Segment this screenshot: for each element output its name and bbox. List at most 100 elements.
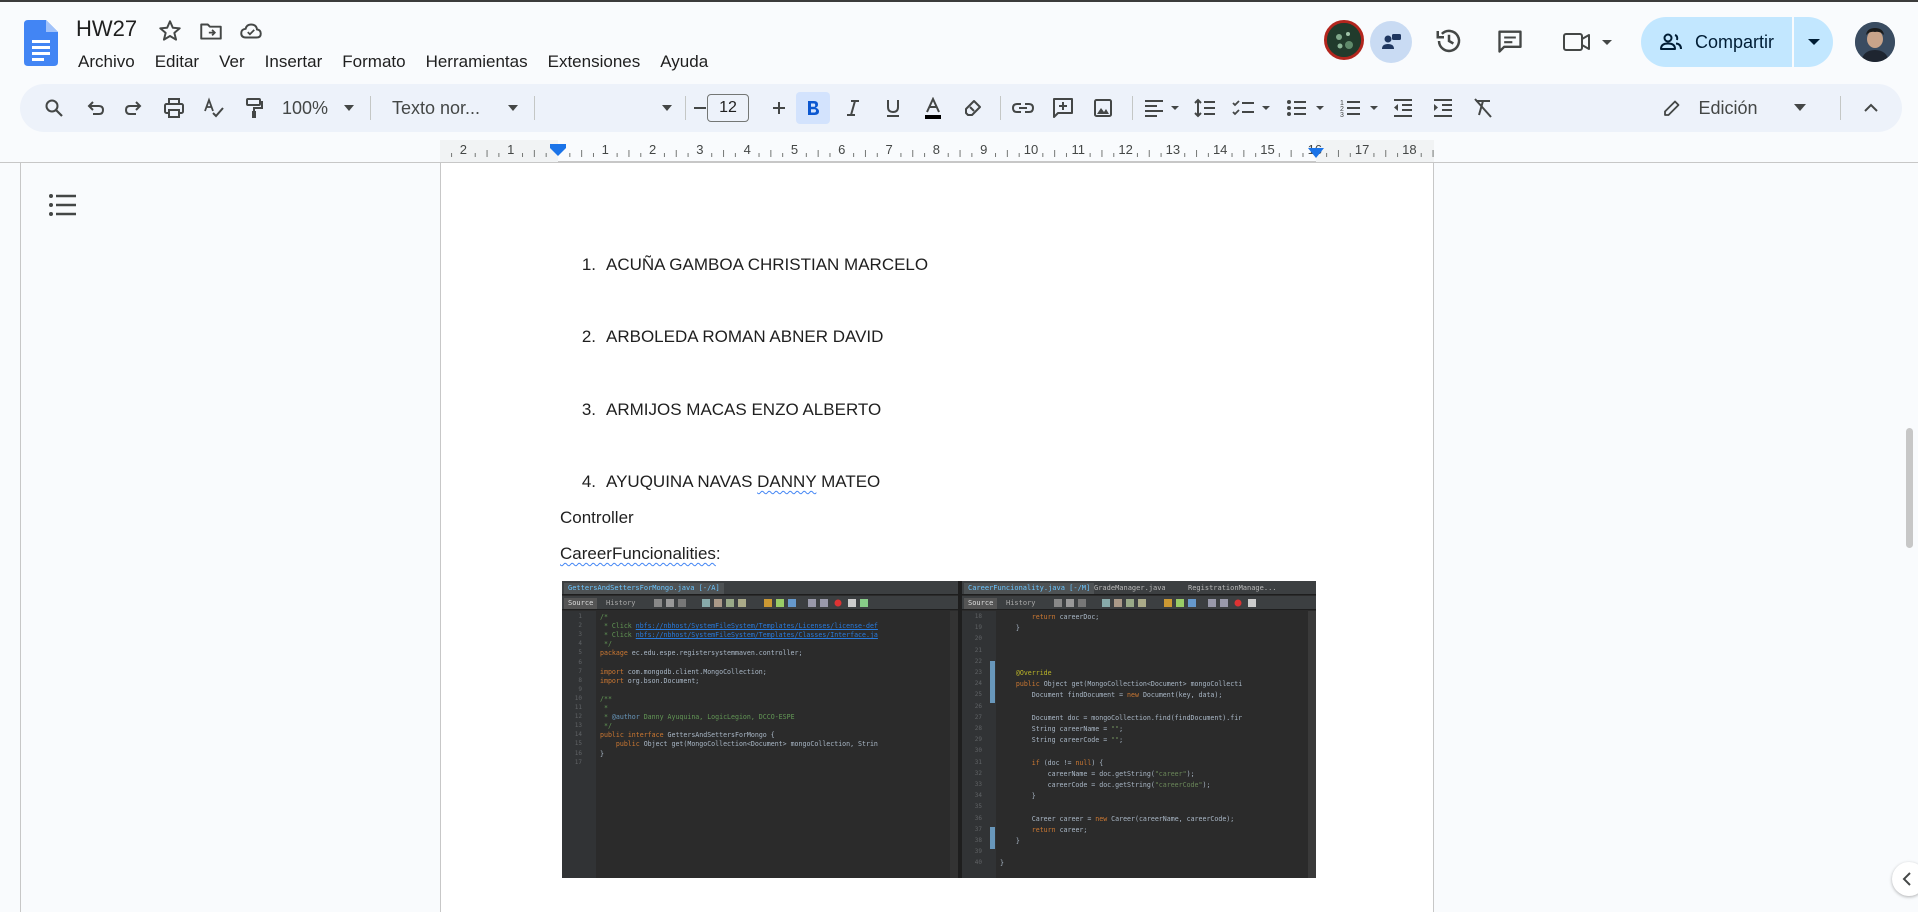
code-line: String careerCode = ""; bbox=[1000, 736, 1124, 745]
undo-button[interactable] bbox=[81, 92, 109, 124]
add-comment-icon bbox=[1053, 98, 1073, 118]
line-spacing-button[interactable] bbox=[1190, 92, 1220, 124]
font-select[interactable] bbox=[550, 92, 672, 124]
ruler-number: 15 bbox=[1260, 142, 1275, 157]
controller-heading[interactable]: Controller bbox=[560, 508, 634, 528]
list-item-text-start: AYUQUINA NAVAS bbox=[606, 472, 758, 491]
menu-extensiones[interactable]: Extensiones bbox=[538, 50, 651, 74]
document-outline-icon[interactable] bbox=[48, 192, 78, 218]
star-icon[interactable] bbox=[157, 18, 183, 44]
underline-button[interactable] bbox=[878, 92, 908, 124]
line-number: 11 bbox=[574, 704, 582, 711]
ruler-number: 2 bbox=[459, 142, 468, 157]
chevron-left-icon bbox=[1902, 872, 1911, 886]
spellcheck-icon bbox=[204, 97, 224, 118]
line-number: 17 bbox=[574, 758, 582, 766]
account-avatar[interactable] bbox=[1855, 22, 1895, 62]
editor-file-tab: GettersAndSettersForMongo.java [-/A] bbox=[564, 583, 724, 594]
font-size-input[interactable]: 12 bbox=[707, 94, 749, 122]
text-color-button[interactable] bbox=[918, 92, 948, 124]
chevron-down-icon bbox=[1807, 39, 1820, 45]
menu-editar[interactable]: Editar bbox=[145, 50, 209, 74]
code-line: if (doc != null) { bbox=[1031, 758, 1104, 767]
menu-ayuda[interactable]: Ayuda bbox=[650, 50, 718, 74]
code-line: * Click nbfs://nbhost/SystemFileSystem/T… bbox=[600, 631, 878, 640]
line-number: 15 bbox=[574, 740, 582, 748]
editor-file-tab: CareerFuncionality.java [-/M] bbox=[964, 583, 1095, 594]
editor-source-row: Source History bbox=[962, 596, 1316, 610]
spellcheck-button[interactable] bbox=[200, 92, 228, 124]
increase-font-size-button[interactable] bbox=[767, 92, 791, 124]
editor-scrollbar bbox=[950, 611, 958, 878]
ruler-number: 3 bbox=[696, 142, 704, 157]
editing-mode-select[interactable]: Edición bbox=[1658, 92, 1810, 124]
share-options-button[interactable] bbox=[1794, 17, 1833, 67]
numbered-list-button[interactable]: 123 bbox=[1338, 92, 1382, 124]
highlight-color-button[interactable] bbox=[958, 92, 988, 124]
career-heading[interactable]: CareerFuncionalities: bbox=[560, 544, 721, 564]
horizontal-ruler[interactable]: 21123456789101112131415161718 bbox=[440, 140, 1434, 162]
editor-file-tab: RegistrationManage... bbox=[1188, 584, 1277, 592]
person-add-icon bbox=[1660, 33, 1682, 50]
print-button[interactable] bbox=[160, 92, 188, 124]
code-line: public Object get(MongoCollection<Docume… bbox=[1015, 680, 1243, 689]
comments-icon[interactable] bbox=[1496, 27, 1524, 55]
italic-button[interactable] bbox=[838, 92, 868, 124]
clear-formatting-button[interactable] bbox=[1468, 92, 1498, 124]
menu-herramientas[interactable]: Herramientas bbox=[416, 50, 538, 74]
menu-formato[interactable]: Formato bbox=[332, 50, 415, 74]
line-number: 38 bbox=[974, 837, 982, 844]
side-panel-toggle[interactable] bbox=[1892, 862, 1918, 896]
menu-archivo[interactable]: Archivo bbox=[68, 50, 145, 74]
menu-ver[interactable]: Ver bbox=[209, 50, 255, 74]
video-camera-icon bbox=[1563, 33, 1612, 51]
decrease-indent-icon bbox=[1394, 99, 1412, 117]
insert-link-button[interactable] bbox=[1008, 92, 1038, 124]
share-main-button[interactable]: Compartir bbox=[1641, 17, 1793, 67]
share-button[interactable]: Compartir bbox=[1641, 17, 1833, 67]
history-tab: History bbox=[1006, 599, 1036, 607]
decrease-indent-button[interactable] bbox=[1388, 92, 1418, 124]
menu-bar: Archivo Editar Ver Insertar Formato Herr… bbox=[68, 50, 718, 74]
paint-format-button[interactable] bbox=[240, 92, 268, 124]
change-marker bbox=[990, 827, 995, 849]
move-folder-icon[interactable] bbox=[198, 18, 224, 44]
menu-insertar[interactable]: Insertar bbox=[255, 50, 333, 74]
toolbar-divider bbox=[370, 96, 371, 120]
highlighter-icon bbox=[965, 100, 981, 116]
career-heading-colon: : bbox=[715, 544, 721, 563]
line-number: 3 bbox=[578, 631, 582, 639]
collaborator-avatar[interactable] bbox=[1324, 20, 1364, 60]
bulleted-list-button[interactable] bbox=[1284, 92, 1328, 124]
insert-image-button[interactable] bbox=[1088, 92, 1118, 124]
hide-menus-button[interactable] bbox=[1856, 92, 1886, 124]
zoom-select[interactable]: 100% bbox=[282, 92, 354, 124]
spelling-flagged-word[interactable]: CareerFuncionalities bbox=[560, 544, 716, 563]
left-indent-marker-icon[interactable] bbox=[550, 144, 566, 158]
paragraph-style-select[interactable]: Texto nor... bbox=[392, 92, 518, 124]
chevron-down-icon bbox=[344, 105, 354, 111]
align-button[interactable] bbox=[1140, 92, 1184, 124]
code-line: } bbox=[600, 749, 604, 758]
code-line: @Override bbox=[1015, 669, 1052, 677]
add-comment-button[interactable] bbox=[1048, 92, 1078, 124]
redo-button[interactable] bbox=[120, 92, 148, 124]
page-scrollbar-thumb[interactable] bbox=[1906, 428, 1913, 548]
spelling-flagged-word[interactable]: DANNY bbox=[757, 472, 816, 491]
cloud-saved-icon[interactable] bbox=[238, 18, 264, 44]
document-title[interactable]: HW27 bbox=[76, 16, 137, 42]
code-line: * @author Danny Ayuquina, LogicLegion, D… bbox=[600, 713, 795, 722]
right-indent-marker-icon[interactable] bbox=[1308, 148, 1324, 158]
increase-indent-button[interactable] bbox=[1428, 92, 1458, 124]
search-menus-button[interactable] bbox=[40, 92, 68, 124]
embedded-code-screenshot[interactable]: GettersAndSettersForMongo.java [-/A] Sou… bbox=[562, 581, 1316, 878]
line-number: 22 bbox=[974, 657, 982, 665]
version-history-icon[interactable] bbox=[1434, 26, 1464, 56]
checklist-icon bbox=[1232, 100, 1270, 116]
ruler-number: 10 bbox=[1023, 142, 1039, 157]
join-call-button[interactable] bbox=[1370, 21, 1412, 63]
meet-button[interactable] bbox=[1562, 28, 1616, 56]
checklist-button[interactable] bbox=[1230, 92, 1274, 124]
bold-button[interactable] bbox=[796, 92, 830, 124]
docs-logo-icon[interactable] bbox=[24, 20, 58, 66]
